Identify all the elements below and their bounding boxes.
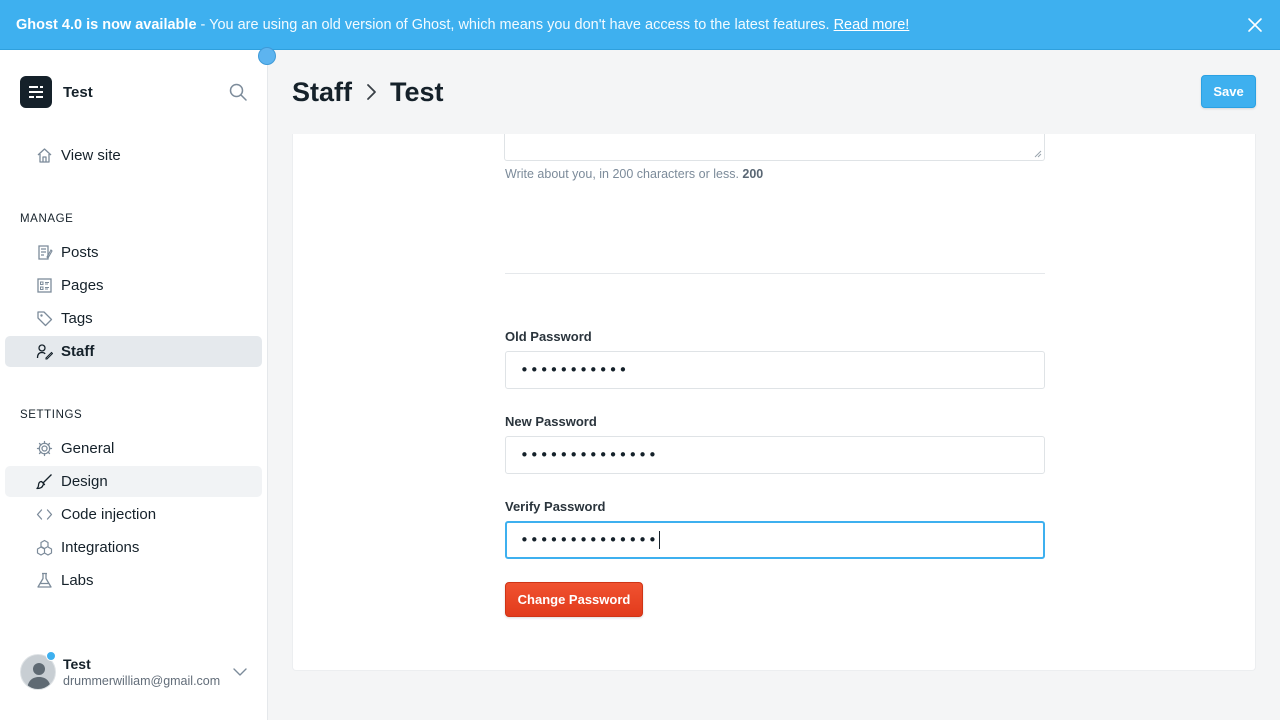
breadcrumb-staff-link[interactable]: Staff <box>292 77 352 108</box>
sidebar-item-integrations[interactable]: Integrations <box>5 532 262 563</box>
brand[interactable]: Test <box>20 76 93 108</box>
sidebar-item-staff[interactable]: Staff <box>5 336 262 367</box>
save-button[interactable]: Save <box>1201 75 1256 108</box>
user-name: Test <box>63 656 91 672</box>
integrations-icon <box>36 539 53 556</box>
settings-section-label: SETTINGS <box>20 409 83 421</box>
page-title: Test <box>390 76 444 107</box>
bio-hint-text: Write about you, in 200 characters or le… <box>505 167 739 181</box>
sidebar-item-code-injection[interactable]: Code injection <box>5 499 262 530</box>
brand-logo-icon <box>20 76 52 108</box>
chevron-down-icon[interactable] <box>232 664 248 680</box>
sidebar-item-label: Labs <box>61 572 94 589</box>
verify-password-value: •••••••••••••• <box>520 531 658 549</box>
sidebar-item-general[interactable]: General <box>5 433 262 464</box>
sidebar-item-label: Code injection <box>61 506 157 523</box>
banner-text: - You are using an old version of Ghost,… <box>200 16 830 33</box>
home-icon <box>37 148 52 163</box>
brand-name: Test <box>63 83 93 101</box>
status-dot <box>46 651 56 661</box>
old-password-label: Old Password <box>505 329 592 344</box>
user-email: drummerwilliam@gmail.com <box>63 674 221 688</box>
code-icon <box>36 509 53 520</box>
sidebar-item-label: Design <box>61 473 108 490</box>
old-password-field[interactable]: ••••••••••• <box>505 351 1045 389</box>
sidebar-item-labs[interactable]: Labs <box>5 565 262 596</box>
flask-icon <box>37 572 52 588</box>
staff-icon <box>36 344 53 360</box>
sidebar-item-pages[interactable]: Pages <box>5 270 262 301</box>
bio-textarea[interactable] <box>504 134 1045 161</box>
search-icon[interactable] <box>228 82 248 102</box>
brush-icon <box>36 474 52 490</box>
user-settings-card: Write about you, in 200 characters or le… <box>292 134 1256 671</box>
verify-password-field[interactable]: •••••••••••••• <box>505 521 1045 559</box>
update-banner: Ghost 4.0 is now available - You are usi… <box>0 0 1280 50</box>
banner-title: Ghost 4.0 is now available <box>16 16 197 33</box>
sidebar-item-label: View site <box>61 147 121 164</box>
banner-read-more-link[interactable]: Read more! <box>834 17 910 33</box>
gear-icon <box>36 440 53 457</box>
chevron-right-icon <box>367 84 376 100</box>
sidebar-item-label: Tags <box>61 310 93 327</box>
sidebar: Test View site MANAGE Posts Pages Tags S… <box>0 50 268 720</box>
breadcrumb: Staff Test <box>292 70 444 114</box>
tag-icon <box>37 311 53 327</box>
sidebar-item-design[interactable]: Design <box>5 466 262 497</box>
new-password-label: New Password <box>505 414 597 429</box>
sidebar-item-label: Posts <box>61 244 99 261</box>
sidebar-item-label: Staff <box>61 343 95 360</box>
close-icon[interactable] <box>1246 16 1264 34</box>
pages-icon <box>37 278 52 293</box>
sidebar-item-label: Integrations <box>61 539 140 556</box>
verify-password-label: Verify Password <box>505 499 606 514</box>
resize-handle-icon[interactable] <box>1034 150 1042 158</box>
sidebar-item-posts[interactable]: Posts <box>5 237 262 268</box>
new-password-value: •••••••••••••• <box>520 446 658 464</box>
bio-char-count: 200 <box>742 167 764 181</box>
change-password-button[interactable]: Change Password <box>505 582 643 617</box>
cursor-indicator <box>258 47 276 65</box>
bio-hint: Write about you, in 200 characters or le… <box>505 167 763 181</box>
sidebar-item-view-site[interactable]: View site <box>5 140 262 171</box>
sidebar-item-tags[interactable]: Tags <box>5 303 262 334</box>
new-password-field[interactable]: •••••••••••••• <box>505 436 1045 474</box>
divider <box>505 273 1045 274</box>
sidebar-item-label: Pages <box>61 277 104 294</box>
sidebar-item-label: General <box>61 440 115 457</box>
user-menu[interactable]: Test drummerwilliam@gmail.com <box>20 651 250 692</box>
posts-icon <box>38 245 53 260</box>
manage-section-label: MANAGE <box>20 213 74 225</box>
text-caret <box>658 531 660 549</box>
old-password-value: ••••••••••• <box>520 361 629 379</box>
